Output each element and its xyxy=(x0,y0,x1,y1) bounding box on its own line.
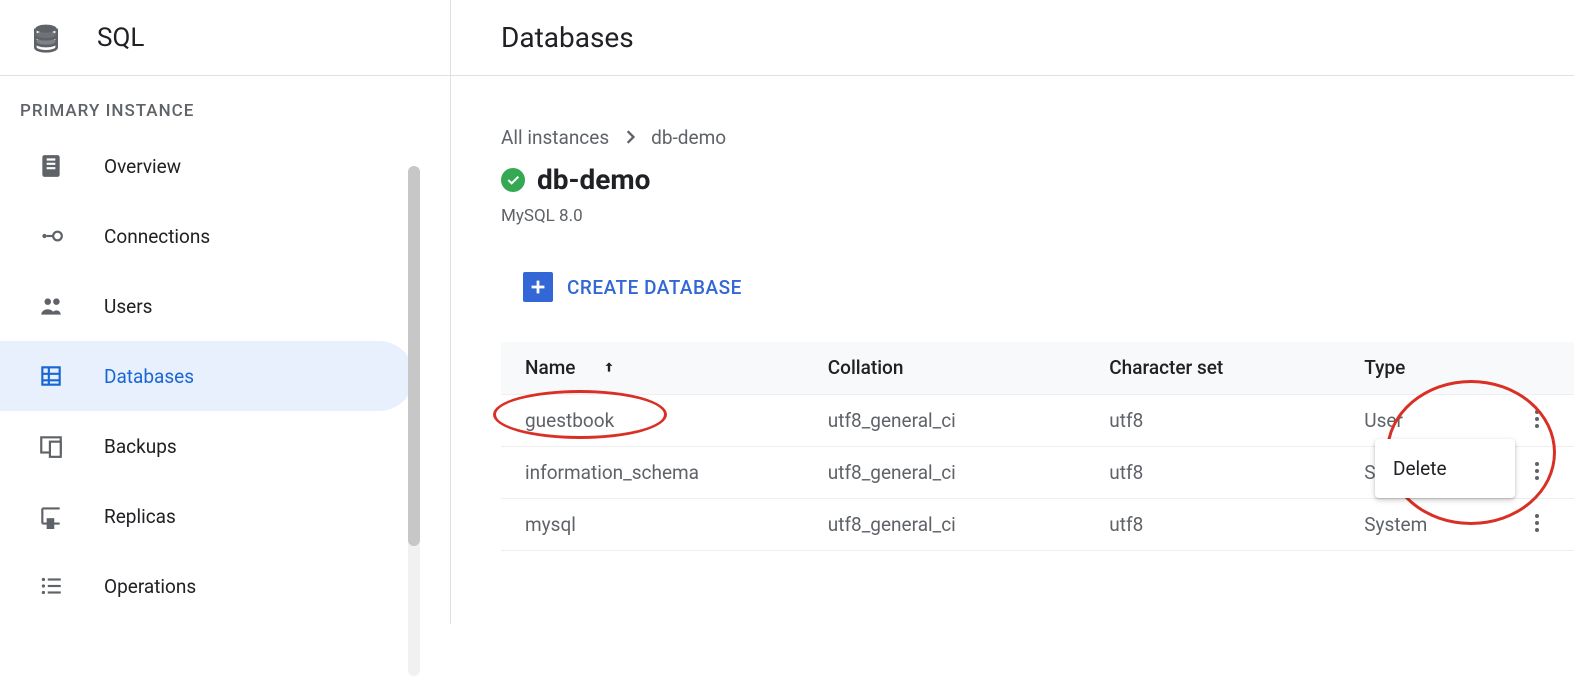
instance-title-row: db-demo xyxy=(501,163,1574,196)
sidebar-item-databases[interactable]: Databases xyxy=(0,341,414,411)
sidebar-heading: PRIMARY INSTANCE xyxy=(0,91,420,131)
create-database-label: CREATE DATABASE xyxy=(567,276,742,299)
sidebar-item-label: Replicas xyxy=(104,505,176,528)
breadcrumb-root[interactable]: All instances xyxy=(501,126,609,149)
product-title: SQL xyxy=(97,23,144,53)
create-database-button[interactable]: CREATE DATABASE xyxy=(523,272,1574,302)
section-title: Databases xyxy=(451,0,1574,76)
cell-charset: utf8 xyxy=(1085,498,1340,550)
cell-charset: utf8 xyxy=(1085,394,1340,446)
row-actions-kebab[interactable] xyxy=(1525,511,1549,535)
cell-collation: utf8_general_ci xyxy=(804,446,1086,498)
sidebar-item-overview[interactable]: Overview xyxy=(0,131,414,201)
sort-arrow-up-icon xyxy=(602,356,616,379)
plus-icon xyxy=(523,272,553,302)
sidebar-item-label: Connections xyxy=(104,225,210,248)
sidebar: PRIMARY INSTANCE Overview Connections Us… xyxy=(0,76,420,624)
operations-icon xyxy=(38,573,64,599)
status-ok-icon xyxy=(501,168,525,192)
breadcrumb-leaf: db-demo xyxy=(651,126,726,149)
sql-product-icon xyxy=(30,22,62,54)
instance-name: db-demo xyxy=(537,163,651,196)
row-action-menu: Delete xyxy=(1375,439,1515,498)
backups-icon xyxy=(38,433,64,459)
sidebar-item-users[interactable]: Users xyxy=(0,271,414,341)
sidebar-item-label: Operations xyxy=(104,575,196,598)
overview-icon xyxy=(38,153,64,179)
sidebar-item-operations[interactable]: Operations xyxy=(0,551,414,621)
sidebar-item-label: Overview xyxy=(104,155,181,178)
cell-name: guestbook xyxy=(501,394,804,446)
col-header-collation[interactable]: Collation xyxy=(804,342,1086,394)
cell-collation: utf8_general_ci xyxy=(804,498,1086,550)
breadcrumb: All instances db-demo xyxy=(501,126,1574,149)
databases-icon xyxy=(38,363,64,389)
sidebar-scrollbar[interactable] xyxy=(408,166,420,676)
main-content: All instances db-demo db-demo MySQL 8.0 … xyxy=(451,76,1574,551)
cell-name: mysql xyxy=(501,498,804,550)
sidebar-item-label: Users xyxy=(104,295,152,318)
table-header-row: Name Collation Character set Type xyxy=(501,342,1574,394)
cell-charset: utf8 xyxy=(1085,446,1340,498)
cell-type: System xyxy=(1340,498,1499,550)
sidebar-item-backups[interactable]: Backups xyxy=(0,411,414,481)
replicas-icon xyxy=(38,503,64,529)
users-icon xyxy=(38,293,64,319)
col-header-name-label: Name xyxy=(525,356,575,379)
col-header-charset[interactable]: Character set xyxy=(1085,342,1340,394)
main: Databases All instances db-demo db-demo … xyxy=(451,0,1574,624)
row-actions-kebab[interactable] xyxy=(1525,459,1549,483)
sidebar-item-replicas[interactable]: Replicas xyxy=(0,481,414,551)
database-table-wrap: Name Collation Character set Type guest xyxy=(501,342,1574,551)
col-header-type[interactable]: Type xyxy=(1340,342,1499,394)
engine-version: MySQL 8.0 xyxy=(501,206,1574,226)
sidebar-item-label: Backups xyxy=(104,435,177,458)
sidebar-item-connections[interactable]: Connections xyxy=(0,201,414,271)
chevron-right-icon xyxy=(625,126,635,149)
row-actions-kebab[interactable] xyxy=(1525,407,1549,431)
col-header-name[interactable]: Name xyxy=(501,342,804,394)
sidebar-item-label: Databases xyxy=(104,365,194,388)
table-row[interactable]: mysql utf8_general_ci utf8 System xyxy=(501,498,1574,550)
col-header-actions xyxy=(1500,342,1574,394)
connections-icon xyxy=(38,223,64,249)
sidebar-scrollbar-thumb[interactable] xyxy=(408,166,420,546)
cell-collation: utf8_general_ci xyxy=(804,394,1086,446)
menu-item-delete[interactable]: Delete xyxy=(1375,445,1515,492)
cell-name: information_schema xyxy=(501,446,804,498)
